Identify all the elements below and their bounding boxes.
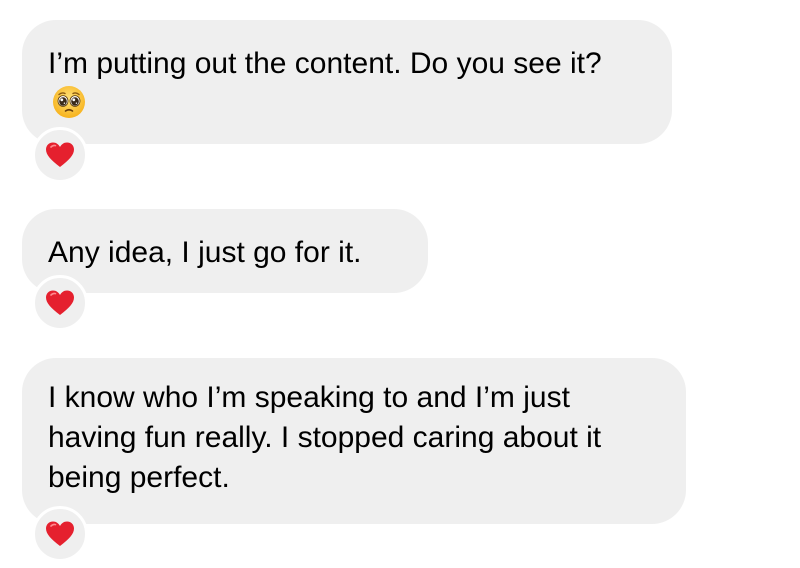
red-heart-icon: [45, 141, 75, 169]
pleading-face-icon: [52, 85, 86, 119]
reaction-badge[interactable]: [32, 275, 88, 331]
reaction-badge[interactable]: [32, 127, 88, 183]
message-bubble[interactable]: I’m putting out the content. Do you see …: [22, 20, 672, 144]
message-text: I know who I’m speaking to and I’m just …: [48, 381, 602, 494]
reaction-badge[interactable]: [32, 506, 88, 562]
red-heart-icon: [45, 520, 75, 548]
message-thread: I’m putting out the content. Do you see …: [0, 0, 800, 568]
red-heart-icon: [45, 289, 75, 317]
message-text: I’m putting out the content. Do you see …: [48, 47, 602, 80]
message-bubble[interactable]: Any idea, I just go for it.: [22, 209, 428, 293]
message-item[interactable]: I’m putting out the content. Do you see …: [22, 20, 672, 183]
message-text: Any idea, I just go for it.: [48, 236, 362, 269]
message-item[interactable]: I know who I’m speaking to and I’m just …: [22, 358, 686, 562]
message-item[interactable]: Any idea, I just go for it.: [22, 209, 428, 331]
message-bubble[interactable]: I know who I’m speaking to and I’m just …: [22, 358, 686, 524]
